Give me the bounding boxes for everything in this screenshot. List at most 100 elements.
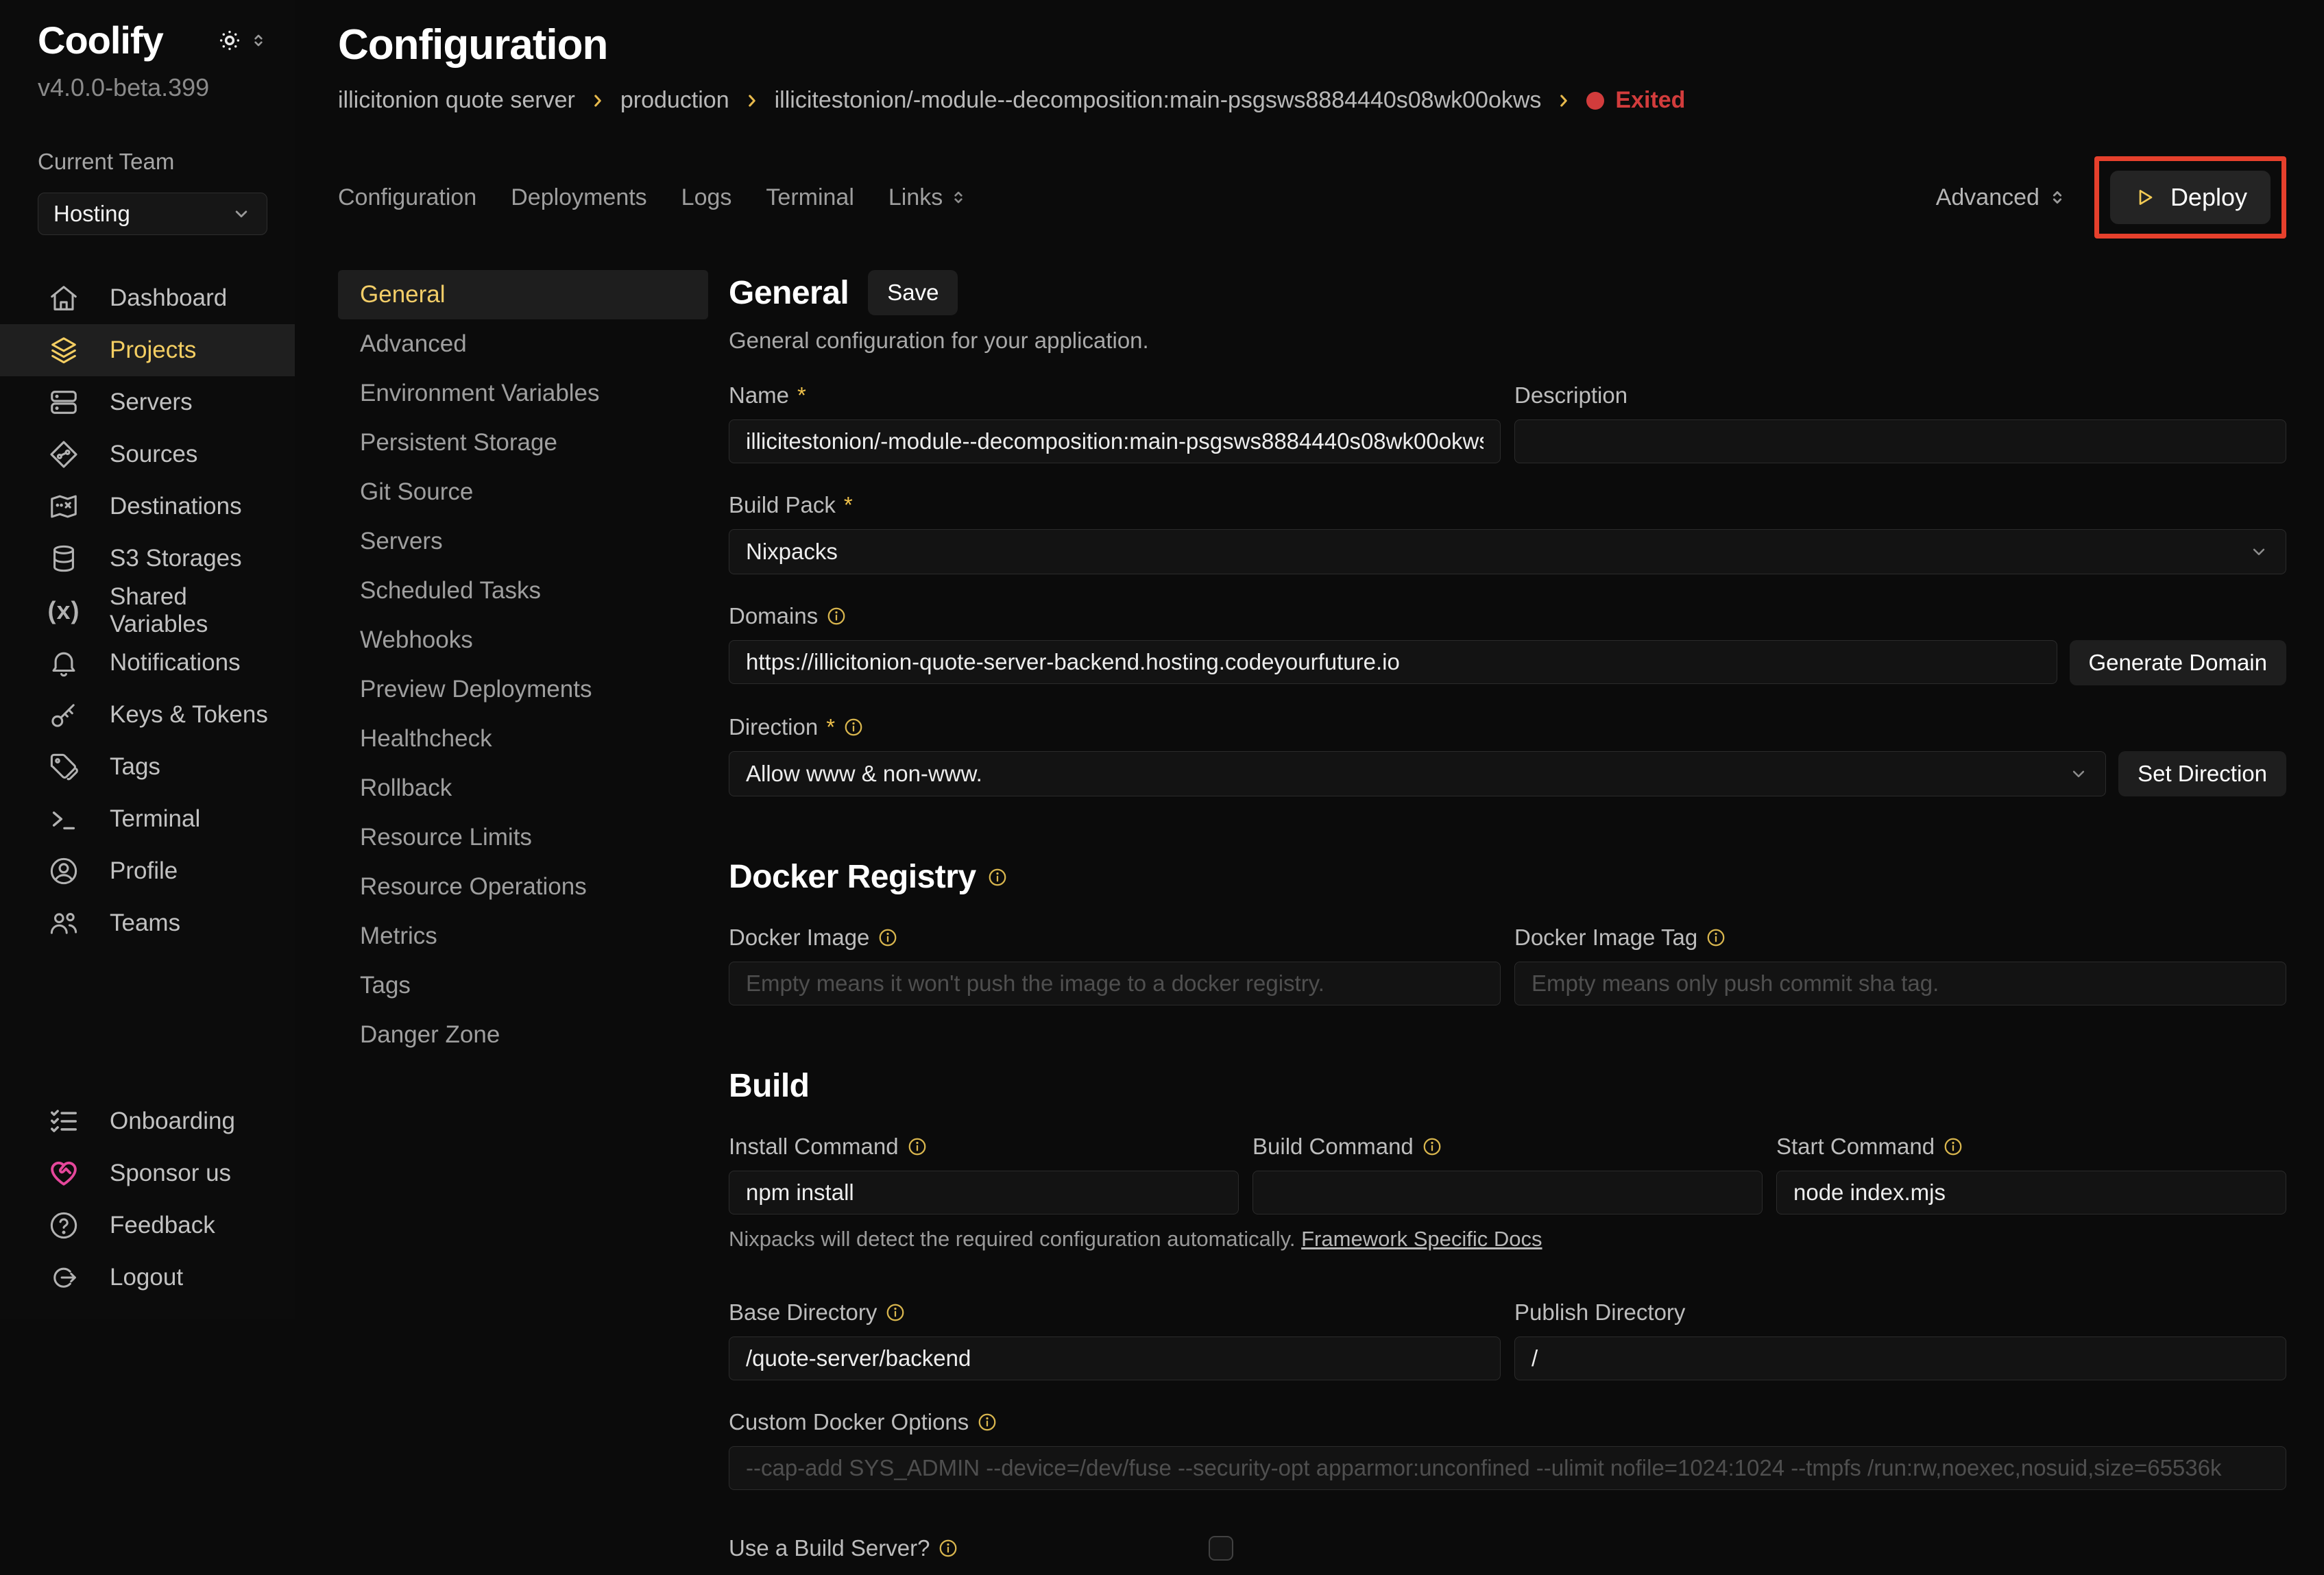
sidebar-item-s3-storages[interactable]: S3 Storages [0, 533, 295, 585]
chevron-up-down-icon [2048, 188, 2067, 207]
sidebar-item-label: Tags [110, 753, 160, 781]
build-server-label: Use a Build Server? [729, 1535, 1209, 1561]
save-button[interactable]: Save [868, 270, 958, 315]
sidebar-item-label: Destinations [110, 493, 242, 520]
sidebar-item-shared-variables[interactable]: (x) Shared Variables [0, 585, 295, 637]
heart-hands-icon [48, 1158, 80, 1189]
sidebar-item-onboarding[interactable]: Onboarding [0, 1095, 295, 1147]
sidebar-item-feedback[interactable]: Feedback [0, 1199, 295, 1252]
sidebar-item-projects[interactable]: Projects [0, 324, 295, 376]
custom-docker-options-label: Custom Docker Options [729, 1409, 2286, 1435]
sidebar-item-sources[interactable]: Sources [0, 428, 295, 480]
subnav-item-general[interactable]: General [338, 270, 708, 319]
play-icon [2133, 186, 2155, 208]
subnav-item-environment-variables[interactable]: Environment Variables [338, 369, 708, 418]
build-pack-select[interactable]: Nixpacks [729, 529, 2286, 574]
subnav-item-rollback[interactable]: Rollback [338, 764, 708, 813]
sidebar-item-profile[interactable]: Profile [0, 845, 295, 897]
subnav-item-metrics[interactable]: Metrics [338, 912, 708, 961]
subnav-item-resource-limits[interactable]: Resource Limits [338, 813, 708, 862]
sidebar-item-label: Dashboard [110, 284, 227, 312]
set-direction-button[interactable]: Set Direction [2118, 751, 2286, 796]
status-text: Exited [1615, 87, 1685, 114]
deploy-button[interactable]: Deploy [2110, 171, 2271, 224]
tab-links[interactable]: Links [888, 184, 967, 211]
section-title-build: Build [729, 1067, 2286, 1105]
docker-image-tag-input[interactable] [1514, 962, 2286, 1005]
sidebar-item-teams[interactable]: Teams [0, 897, 295, 949]
generate-domain-button[interactable]: Generate Domain [2070, 640, 2286, 685]
tab-deployments[interactable]: Deployments [511, 184, 646, 211]
subnav-item-danger-zone[interactable]: Danger Zone [338, 1010, 708, 1060]
team-select[interactable]: Hosting [38, 193, 267, 235]
docker-image-input[interactable] [729, 962, 1501, 1005]
info-icon [938, 1538, 958, 1559]
info-icon [1706, 927, 1726, 948]
variable-icon: (x) [48, 595, 80, 626]
build-server-checkbox[interactable] [1209, 1536, 1233, 1561]
subnav-item-scheduled-tasks[interactable]: Scheduled Tasks [338, 566, 708, 615]
tab-terminal[interactable]: Terminal [766, 184, 854, 211]
chevron-up-down-icon [250, 32, 267, 49]
publish-directory-input[interactable] [1514, 1336, 2286, 1380]
advanced-menu[interactable]: Advanced [1936, 184, 2067, 211]
subnav-item-webhooks[interactable]: Webhooks [338, 615, 708, 665]
tabs: Configuration Deployments Logs Terminal … [338, 184, 967, 211]
breadcrumb-application[interactable]: illicitestonion/-module--decomposition:m… [775, 87, 1542, 114]
sidebar-item-destinations[interactable]: Destinations [0, 480, 295, 533]
subnav-item-servers[interactable]: Servers [338, 517, 708, 566]
sidebar-item-keys-tokens[interactable]: Keys & Tokens [0, 689, 295, 741]
info-icon [1422, 1136, 1442, 1157]
domains-input[interactable] [729, 640, 2057, 684]
subnav-item-resource-operations[interactable]: Resource Operations [338, 862, 708, 912]
subnav-item-preview-deployments[interactable]: Preview Deployments [338, 665, 708, 714]
database-icon [48, 543, 80, 574]
build-server-row: Use a Build Server? [729, 1535, 2286, 1561]
breadcrumb-environment[interactable]: production [620, 87, 729, 114]
custom-docker-options-input[interactable] [729, 1446, 2286, 1490]
build-pack-label: Build Pack* [729, 492, 2286, 518]
tab-logs[interactable]: Logs [681, 184, 732, 211]
configuration-content: General Advanced Environment Variables P… [338, 270, 2286, 1575]
description-input[interactable] [1514, 419, 2286, 463]
build-command-input[interactable] [1252, 1171, 1763, 1214]
base-directory-input[interactable] [729, 1336, 1501, 1380]
docker-image-label: Docker Image [729, 925, 1501, 951]
name-input[interactable] [729, 419, 1501, 463]
required-asterisk: * [844, 492, 853, 518]
tab-configuration[interactable]: Configuration [338, 184, 476, 211]
sidebar-item-dashboard[interactable]: Dashboard [0, 272, 295, 324]
sidebar-item-terminal[interactable]: Terminal [0, 793, 295, 845]
sidebar-item-servers[interactable]: Servers [0, 376, 295, 428]
framework-docs-link[interactable]: Framework Specific Docs [1301, 1227, 1542, 1251]
install-command-input[interactable] [729, 1171, 1239, 1214]
sidebar-item-logout[interactable]: Logout [0, 1252, 295, 1304]
sidebar-item-tags[interactable]: Tags [0, 741, 295, 793]
theme-toggle[interactable] [217, 27, 267, 53]
sidebar-item-sponsor[interactable]: Sponsor us [0, 1147, 295, 1199]
subnav-item-persistent-storage[interactable]: Persistent Storage [338, 418, 708, 467]
info-icon [1943, 1136, 1963, 1157]
question-circle-icon [48, 1210, 80, 1241]
info-icon [843, 717, 864, 737]
description-label: Description [1514, 382, 2286, 408]
direction-select[interactable]: Allow www & non-www. [729, 751, 2106, 796]
subnav-item-git-source[interactable]: Git Source [338, 467, 708, 517]
chevron-down-icon [231, 204, 252, 224]
subnav-item-tags[interactable]: Tags [338, 961, 708, 1010]
subnav-item-advanced[interactable]: Advanced [338, 319, 708, 369]
team-select-value: Hosting [53, 201, 130, 227]
terminal-icon [48, 803, 80, 835]
settings-subnav: General Advanced Environment Variables P… [338, 270, 708, 1060]
sidebar-item-notifications[interactable]: Notifications [0, 637, 295, 689]
current-team-label: Current Team [38, 149, 267, 175]
publish-directory-label: Publish Directory [1514, 1299, 2286, 1326]
chevron-down-icon [2249, 541, 2269, 562]
logout-icon [48, 1262, 80, 1293]
subnav-item-healthcheck[interactable]: Healthcheck [338, 714, 708, 764]
git-source-icon [48, 439, 80, 470]
home-icon [48, 282, 80, 314]
breadcrumb-project[interactable]: illicitonion quote server [338, 87, 575, 114]
info-icon [885, 1302, 906, 1323]
start-command-input[interactable] [1776, 1171, 2286, 1214]
